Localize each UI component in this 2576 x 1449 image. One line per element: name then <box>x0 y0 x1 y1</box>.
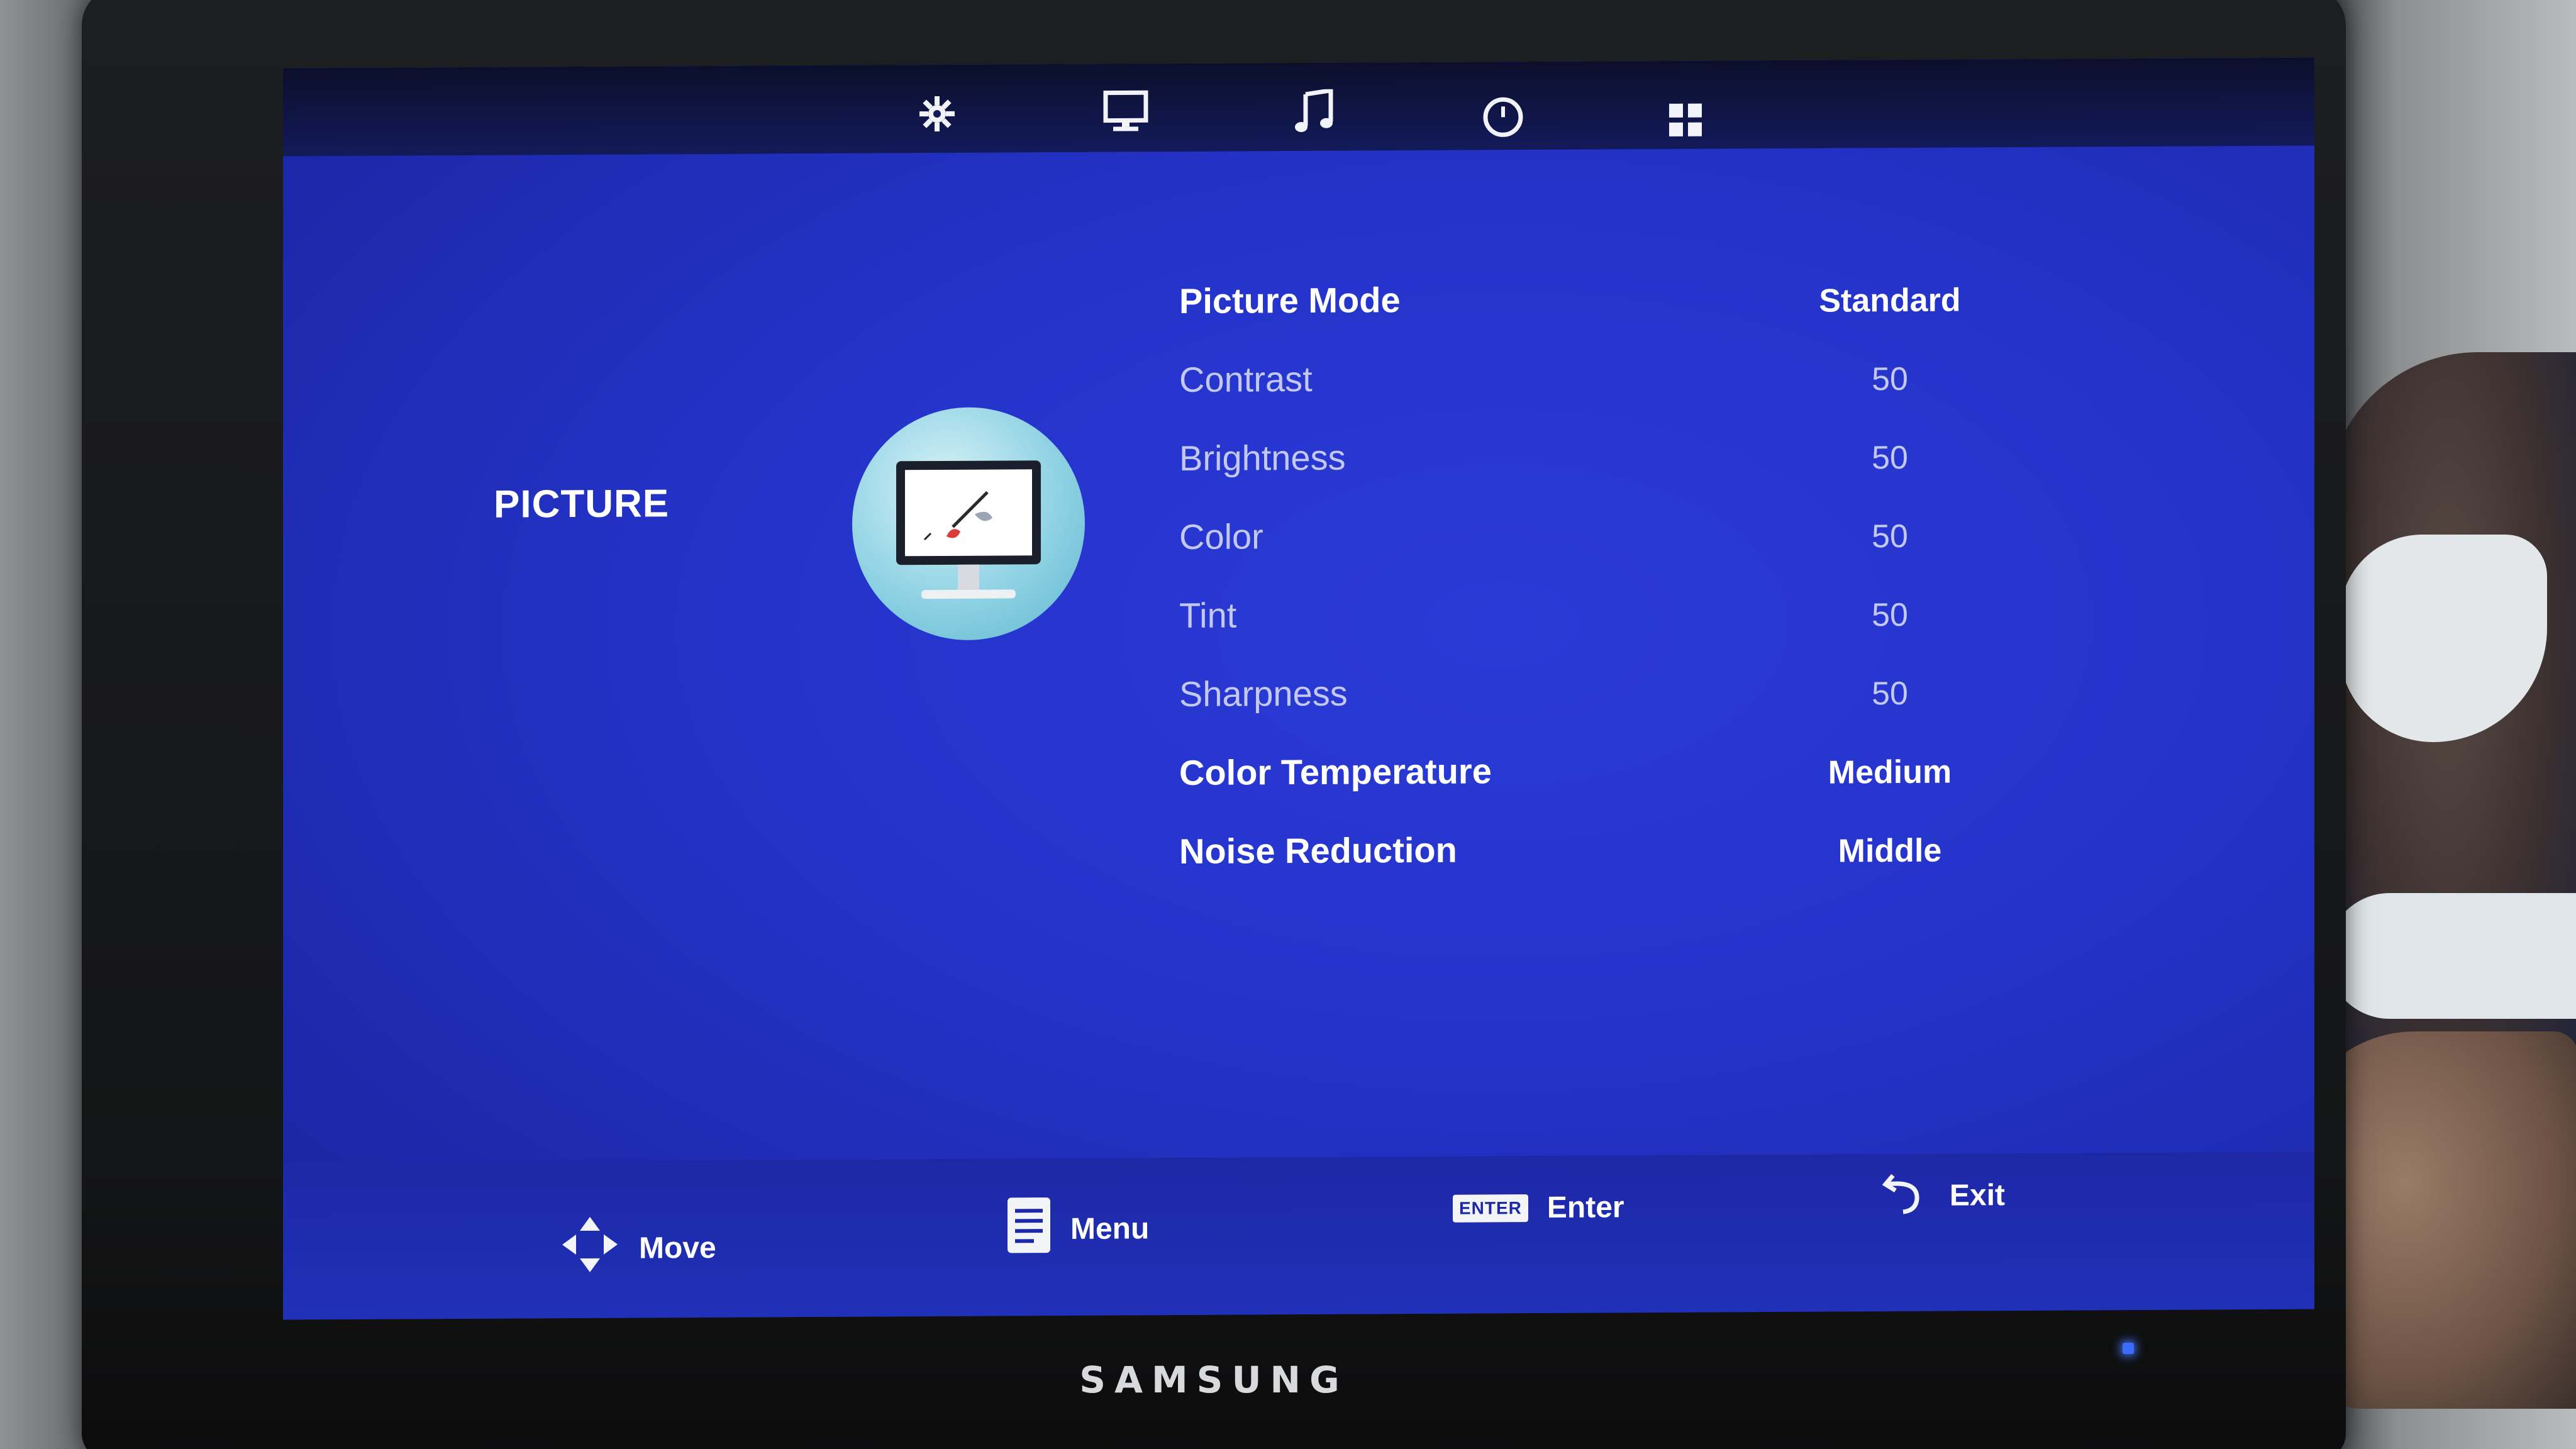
hint-menu[interactable]: Menu <box>1006 1196 1149 1262</box>
menu-item-value: 50 <box>1872 439 1908 477</box>
menu-item-picture-mode[interactable]: Picture Mode Standard <box>1179 275 2123 331</box>
menu-list-icon <box>1006 1196 1052 1262</box>
osd-screen: PICTURE Picture Mode Standard Contrast 5… <box>283 57 2314 1320</box>
menu-item-label: Picture Mode <box>1179 280 1401 321</box>
menu-item-value: 50 <box>1872 360 1908 398</box>
hint-move[interactable]: Move <box>560 1214 716 1282</box>
menu-item-value: 50 <box>1872 596 1908 634</box>
hint-exit-label: Exit <box>1950 1178 2006 1213</box>
photo-scene: PICTURE Picture Mode Standard Contrast 5… <box>0 0 2576 1449</box>
menu-item-contrast[interactable]: Contrast 50 <box>1179 354 2123 409</box>
enter-key-icon: ENTER <box>1453 1194 1528 1223</box>
menu-item-value: Middle <box>1838 832 1942 870</box>
hint-enter[interactable]: ENTER Enter <box>1453 1190 1624 1225</box>
background-arm <box>2327 893 2576 1019</box>
menu-item-value: 50 <box>1872 518 1908 555</box>
music-note-icon[interactable] <box>1289 87 1340 137</box>
hint-enter-label: Enter <box>1546 1191 1624 1224</box>
menu-item-label: Color <box>1179 516 1263 557</box>
menu-item-value: Standard <box>1819 282 1961 319</box>
hint-menu-label: Menu <box>1070 1211 1150 1246</box>
brand-logo: SAMSUNG <box>1079 1358 1348 1401</box>
picture-monitor-icon[interactable] <box>1101 87 1151 138</box>
menu-item-color-temperature[interactable]: Color Temperature Medium <box>1179 747 2123 802</box>
picture-monitor-icon <box>852 406 1085 641</box>
power-led <box>2123 1343 2134 1354</box>
menu-item-value: Medium <box>1828 753 1952 791</box>
menu-item-label: Contrast <box>1179 358 1313 399</box>
return-arrow-icon <box>1880 1167 1931 1224</box>
menu-item-label: Tint <box>1179 595 1237 635</box>
menu-item-value: 50 <box>1872 675 1908 713</box>
hint-bar: Move Menu ENTER Enter Exit <box>283 1152 2314 1320</box>
top-nav-bar <box>283 57 2314 157</box>
section-title: PICTURE <box>494 482 670 526</box>
menu-item-color[interactable]: Color 50 <box>1179 511 2123 567</box>
monitor-bezel: PICTURE Picture Mode Standard Contrast 5… <box>82 0 2346 1449</box>
menu-item-noise-reduction[interactable]: Noise Reduction Middle <box>1179 826 2123 881</box>
menu-item-brightness[interactable]: Brightness 50 <box>1179 433 2123 488</box>
clock-icon[interactable] <box>1478 92 1528 142</box>
move-arrows-icon <box>560 1214 620 1283</box>
menu-item-label: Color Temperature <box>1179 751 1492 792</box>
menu-item-label: Sharpness <box>1179 673 1348 714</box>
hint-move-label: Move <box>639 1231 716 1265</box>
menu-item-label: Brightness <box>1179 437 1346 478</box>
hint-exit[interactable]: Exit <box>1880 1166 2005 1224</box>
apps-grid-icon[interactable] <box>1660 95 1711 145</box>
settings-icon[interactable] <box>912 89 962 139</box>
menu-item-label: Noise Reduction <box>1179 830 1457 871</box>
menu-item-sharpness[interactable]: Sharpness 50 <box>1179 669 2123 724</box>
menu-item-tint[interactable]: Tint 50 <box>1179 590 2123 645</box>
